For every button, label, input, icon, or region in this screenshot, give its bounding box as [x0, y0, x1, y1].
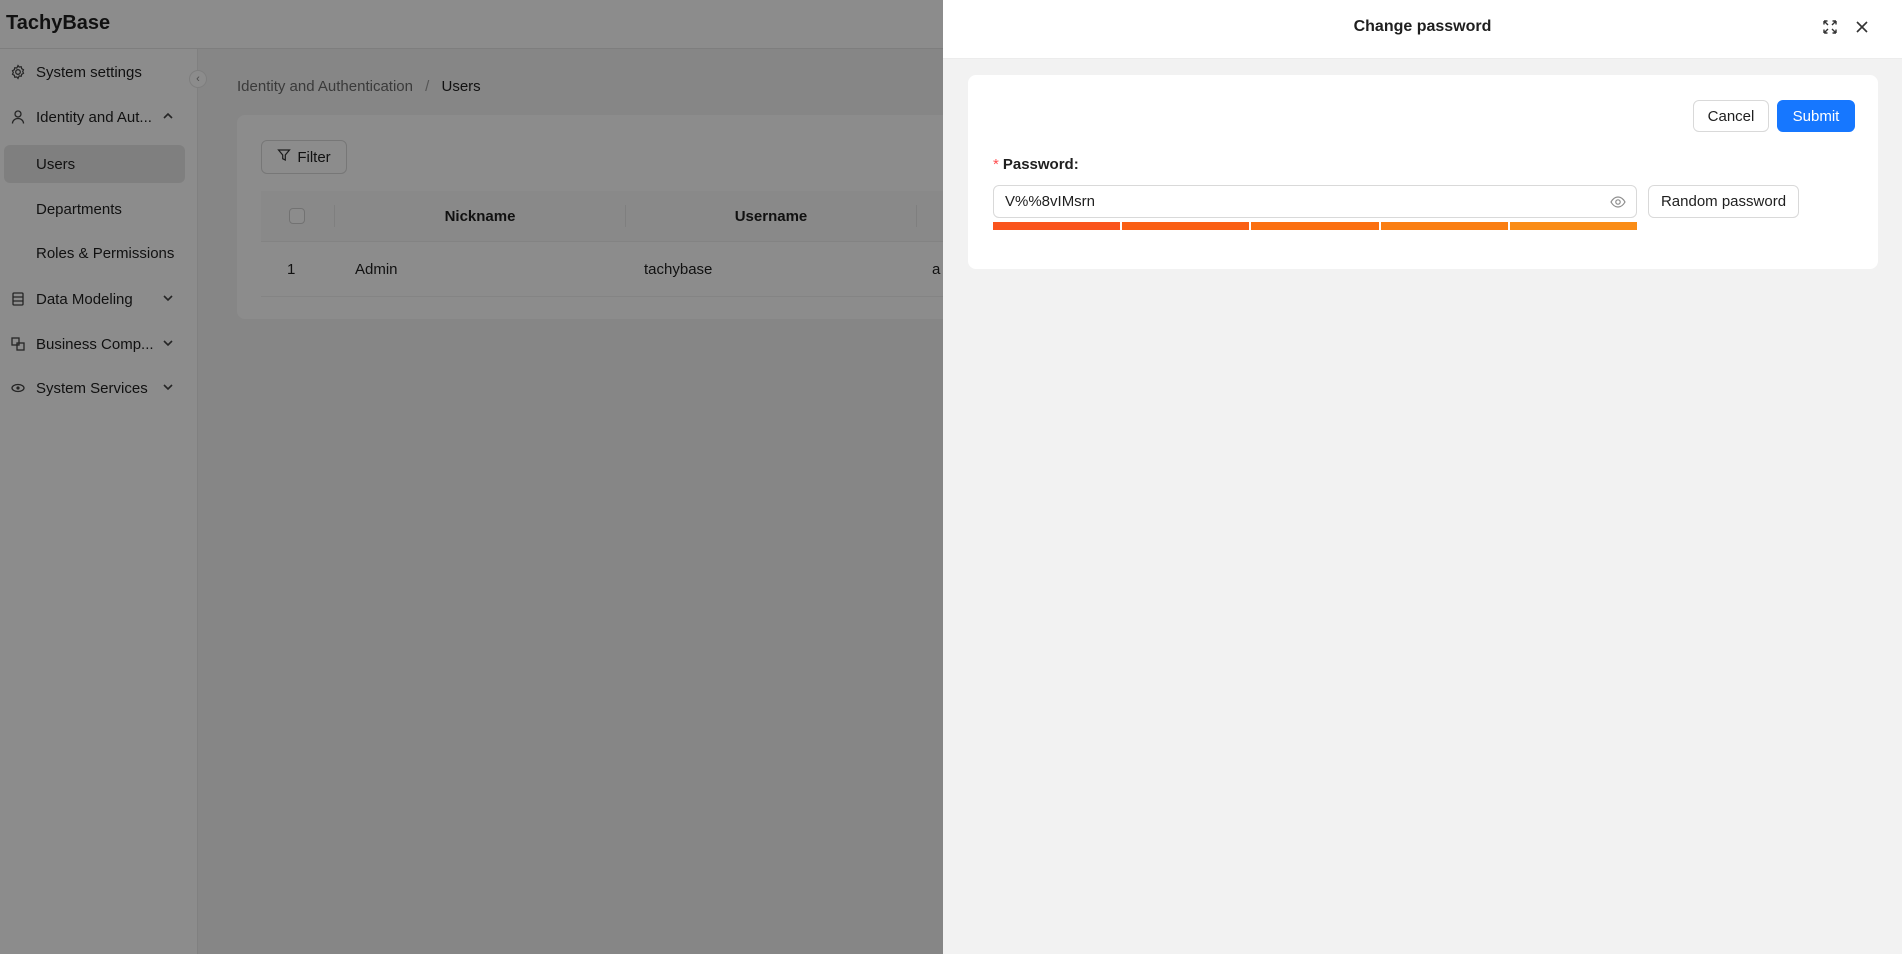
random-password-button[interactable]: Random password — [1648, 185, 1799, 218]
password-strength-meter — [993, 222, 1638, 230]
strength-segment — [1251, 222, 1379, 230]
eye-icon[interactable] — [1610, 194, 1626, 210]
password-input[interactable]: V%%8vIMsrn — [993, 185, 1637, 218]
strength-segment — [1380, 222, 1508, 230]
password-value: V%%8vIMsrn — [1005, 193, 1096, 210]
close-icon[interactable] — [1852, 17, 1872, 37]
strength-segment — [993, 222, 1121, 230]
password-label: * Password: — [993, 156, 1079, 173]
password-label-text: Password — [1002, 156, 1074, 173]
strength-segment — [1509, 222, 1638, 230]
password-form: Cancel Submit * Password: V%%8vIMsrn Rand… — [968, 75, 1878, 269]
change-password-drawer: Change password Cancel Submit * Password:… — [943, 0, 1902, 954]
drawer-backdrop[interactable] — [0, 0, 943, 954]
drawer-header: Change password — [943, 0, 1902, 59]
submit-button[interactable]: Submit — [1777, 100, 1855, 132]
fullscreen-icon[interactable] — [1820, 17, 1840, 37]
cancel-button[interactable]: Cancel — [1693, 100, 1769, 132]
strength-segment — [1122, 222, 1250, 230]
drawer-title: Change password — [1353, 18, 1492, 35]
required-mark: * — [993, 156, 999, 173]
password-label-colon: : — [1073, 156, 1079, 173]
